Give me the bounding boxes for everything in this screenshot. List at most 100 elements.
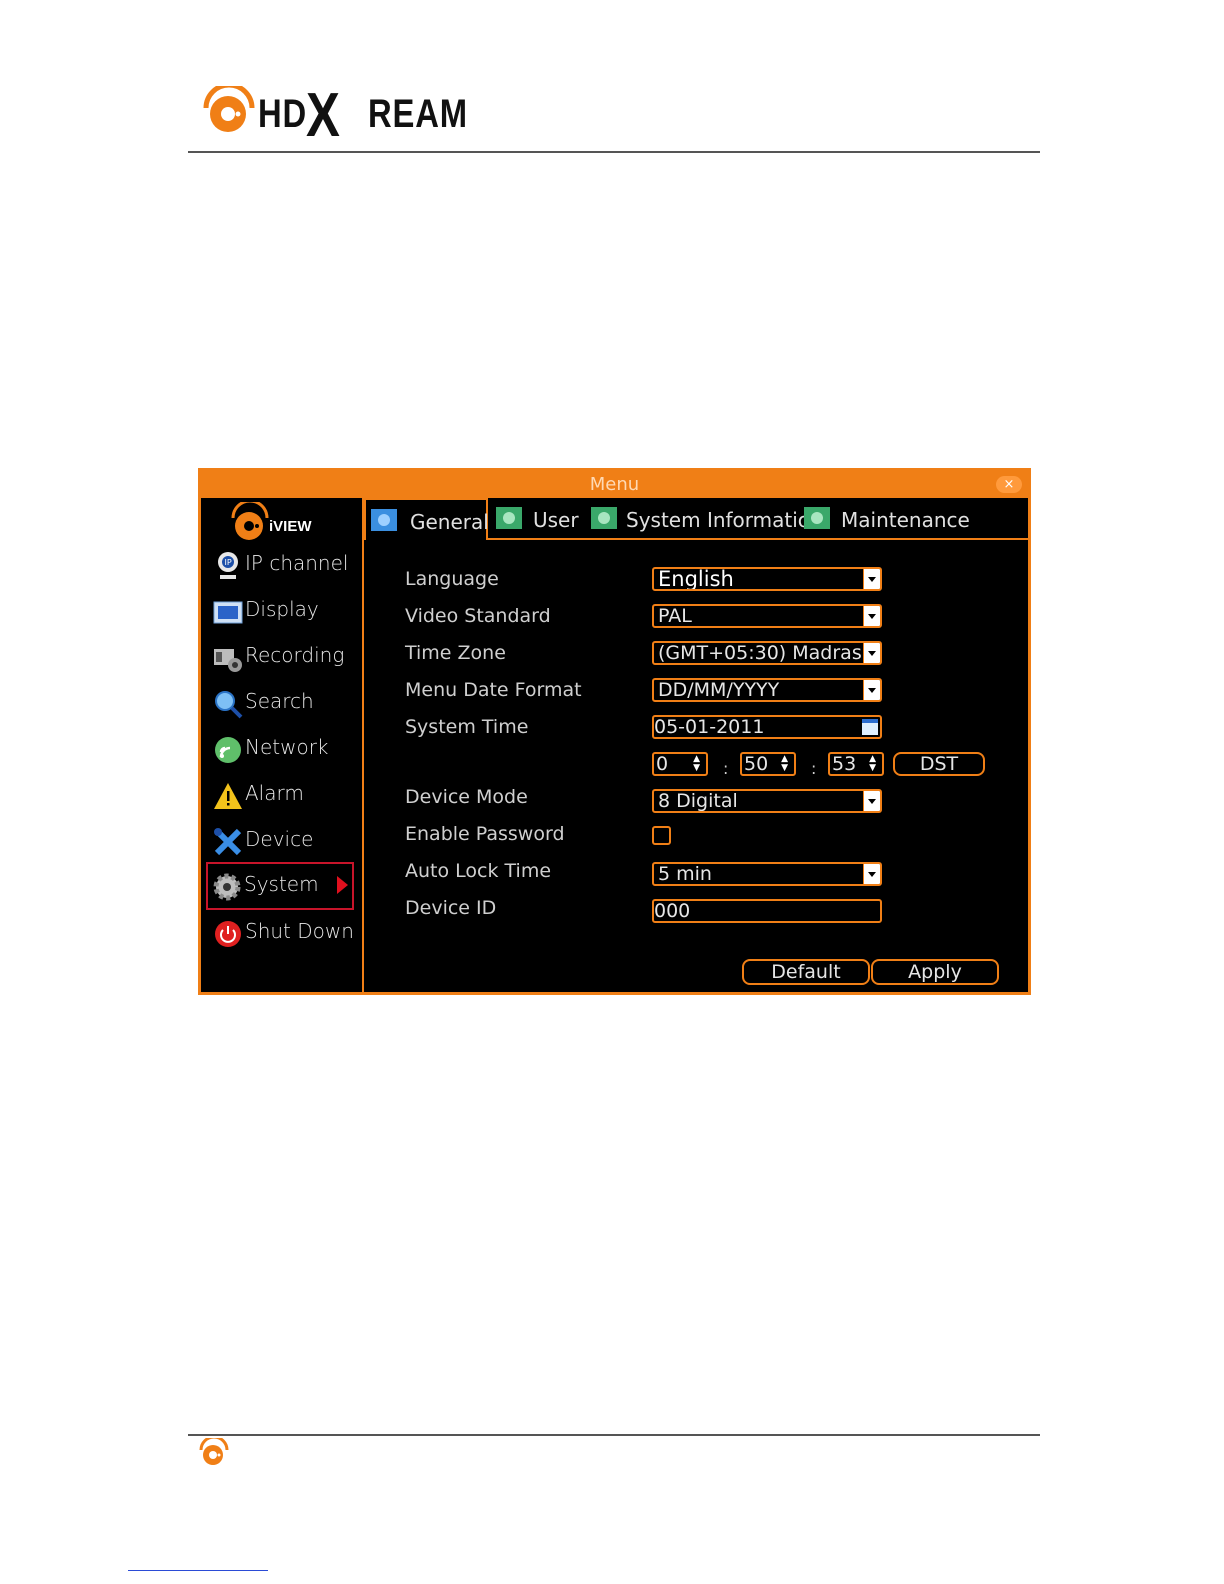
sidebar-item-search[interactable]: Search	[209, 681, 353, 725]
maintenance-tab-icon	[804, 507, 830, 529]
menu-date-format-label: Menu Date Format	[405, 679, 582, 701]
brand-text-hd: HD	[258, 92, 308, 136]
close-button[interactable]: ×	[996, 476, 1022, 493]
sidebar-item-label: System	[244, 872, 319, 896]
default-button-label: Default	[771, 961, 841, 983]
alarm-icon	[214, 783, 242, 809]
iview-logo-icon	[231, 502, 269, 540]
menu-date-format-select[interactable]: DD/MM/YYYY	[652, 678, 882, 702]
window-title: Menu	[589, 474, 640, 495]
chevron-down-icon[interactable]	[863, 680, 880, 700]
apply-button-label: Apply	[908, 961, 962, 983]
system-time-label: System Time	[405, 716, 529, 738]
brand-text-x: X	[306, 81, 341, 150]
brand-text-ream: REAM	[368, 92, 468, 136]
sidebar-item-display[interactable]: Display	[209, 589, 353, 633]
hour-value: 0	[656, 753, 669, 775]
dst-button[interactable]: DST	[893, 752, 985, 776]
default-button[interactable]: Default	[742, 959, 870, 985]
active-indicator-arrow-icon	[337, 876, 348, 894]
tab-label: User	[533, 508, 579, 532]
video-standard-select[interactable]: PAL	[652, 604, 882, 628]
device-tools-icon	[214, 828, 242, 856]
device-mode-value: 8 Digital	[658, 790, 738, 812]
device-id-input[interactable]: 000	[652, 899, 882, 923]
footer-logo-icon	[199, 1435, 229, 1465]
system-information-tab-icon	[591, 507, 617, 529]
menu-date-format-value: DD/MM/YYYY	[658, 679, 780, 701]
tab-label: System Information	[626, 508, 823, 532]
sidebar-item-ip-channel[interactable]: IP IP channel	[209, 543, 353, 587]
sidebar-item-label: Alarm	[245, 781, 304, 805]
chevron-down-icon[interactable]	[863, 864, 880, 884]
auto-lock-time-value: 5 min	[658, 863, 712, 885]
sidebar: iVIEW IP IP channel Display Recording Se…	[201, 498, 364, 992]
sidebar-item-label: Network	[245, 735, 329, 759]
ip-camera-icon: IP	[218, 552, 238, 579]
minute-value: 50	[744, 753, 769, 775]
second-stepper[interactable]: 53 ▲ ▼	[828, 752, 884, 776]
iview-logo-text: iVIEW	[269, 518, 312, 535]
calendar-icon[interactable]	[862, 719, 878, 735]
system-date-value: 05-01-2011	[654, 716, 765, 738]
iview-logo: iVIEW	[229, 502, 339, 544]
enable-password-label: Enable Password	[405, 823, 565, 845]
system-date-input[interactable]: 05-01-2011	[652, 715, 882, 739]
chevron-down-icon[interactable]	[863, 569, 880, 589]
video-standard-label: Video Standard	[405, 605, 551, 627]
video-standard-value: PAL	[658, 605, 692, 627]
enable-password-checkbox[interactable]	[652, 826, 671, 845]
sidebar-item-label: Recording	[245, 643, 345, 667]
tab-label: General	[410, 510, 489, 534]
apply-button[interactable]: Apply	[871, 959, 999, 985]
display-icon	[213, 601, 243, 624]
stepper-arrows-icon[interactable]: ▲ ▼	[781, 755, 788, 773]
sidebar-item-label: Display	[245, 597, 319, 621]
tab-user[interactable]: User	[491, 498, 579, 538]
window-titlebar: Menu ×	[201, 471, 1028, 498]
recording-icon	[214, 649, 242, 672]
language-select[interactable]: English	[652, 567, 882, 591]
power-icon	[215, 921, 241, 947]
search-icon	[215, 691, 243, 719]
footer-logo	[198, 1435, 230, 1472]
tab-maintenance[interactable]: Maintenance	[799, 498, 970, 538]
tab-general[interactable]: General	[364, 498, 489, 540]
time-separator: :	[723, 759, 729, 778]
header-divider	[188, 151, 1040, 153]
time-zone-label: Time Zone	[405, 642, 506, 664]
device-mode-select[interactable]: 8 Digital	[652, 789, 882, 813]
hour-stepper[interactable]: 0 ▲ ▼	[652, 752, 708, 776]
auto-lock-time-select[interactable]: 5 min	[652, 862, 882, 886]
sidebar-item-recording[interactable]: Recording	[209, 635, 353, 679]
footer-link-underline[interactable]	[128, 1570, 268, 1571]
time-zone-select[interactable]: (GMT+05:30) Madras, Ca	[652, 641, 882, 665]
sidebar-item-label: Search	[245, 689, 314, 713]
language-label: Language	[405, 568, 499, 590]
dvr-menu-window: Menu × iVIEW IP IP channel Display Recor…	[198, 468, 1031, 995]
time-separator: :	[811, 759, 817, 778]
gear-icon	[213, 873, 241, 901]
sidebar-item-system[interactable]: System	[206, 862, 354, 910]
minute-stepper[interactable]: 50 ▲ ▼	[740, 752, 796, 776]
device-id-label: Device ID	[405, 897, 497, 919]
sidebar-item-device[interactable]: Device	[209, 819, 353, 863]
general-tab-icon	[371, 509, 397, 531]
brand-logo-icon	[203, 86, 255, 132]
svg-text:IP: IP	[225, 558, 232, 567]
sidebar-item-label: IP channel	[245, 551, 349, 575]
stepper-arrows-icon[interactable]: ▲ ▼	[693, 755, 700, 773]
tab-bar: General User System Information Maintena…	[364, 498, 1028, 540]
sidebar-item-shut-down[interactable]: Shut Down	[209, 911, 354, 955]
chevron-down-icon[interactable]	[863, 643, 880, 663]
sidebar-item-alarm[interactable]: Alarm	[209, 773, 353, 817]
chevron-down-icon[interactable]	[863, 791, 880, 811]
stepper-arrows-icon[interactable]: ▲ ▼	[869, 755, 876, 773]
second-value: 53	[832, 753, 857, 775]
auto-lock-time-label: Auto Lock Time	[405, 860, 552, 882]
language-value: English	[658, 567, 734, 591]
sidebar-item-network[interactable]: Network	[209, 727, 353, 771]
user-tab-icon	[496, 507, 522, 529]
chevron-down-icon[interactable]	[863, 606, 880, 626]
tab-system-information[interactable]: System Information	[586, 498, 823, 538]
